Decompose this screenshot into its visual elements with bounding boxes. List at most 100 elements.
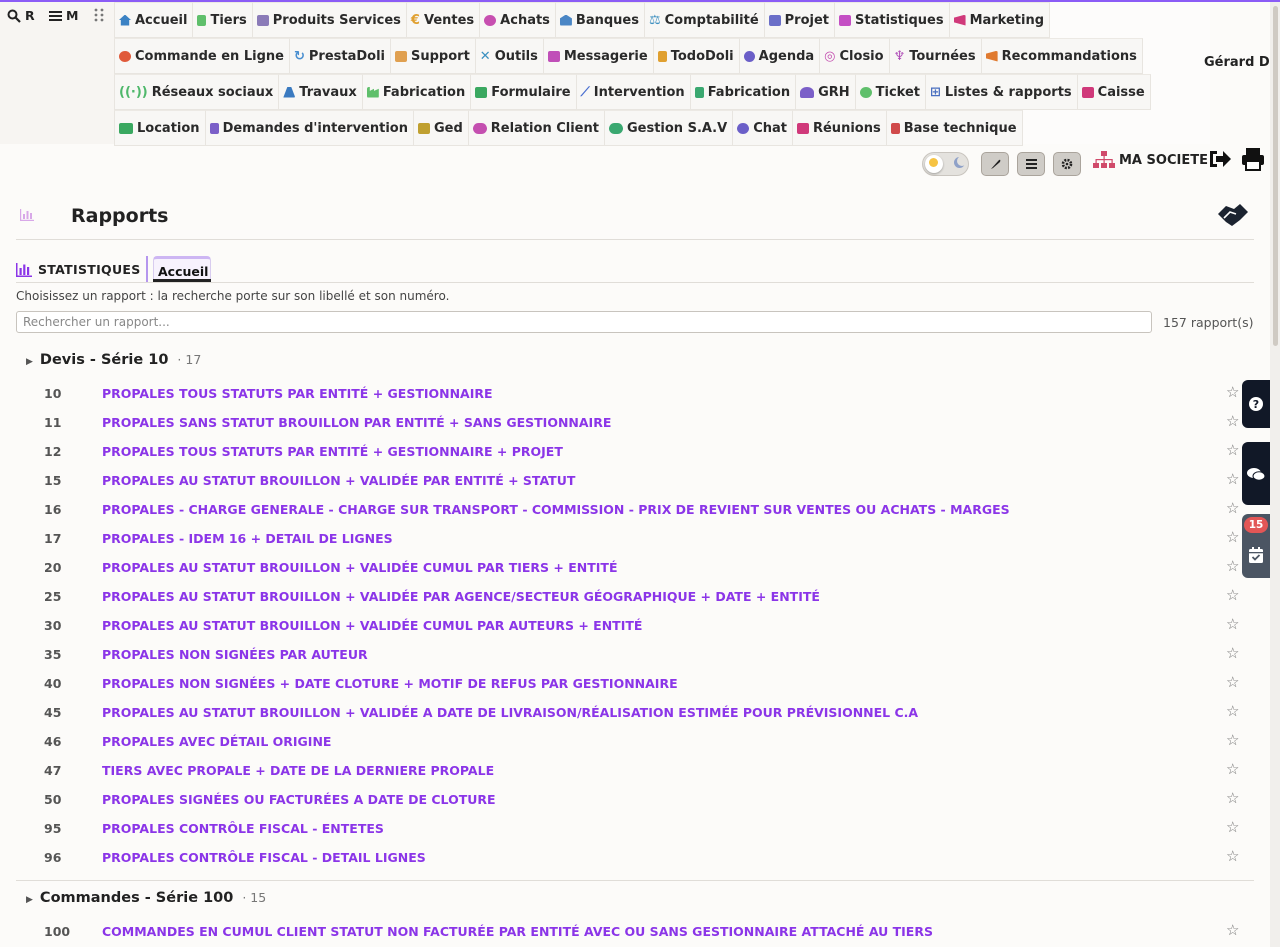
menu-item-accueil[interactable]: Accueil bbox=[114, 2, 194, 38]
menu-item-relation-client[interactable]: Relation Client bbox=[468, 110, 605, 146]
report-link[interactable]: PROPALES CONTRÔLE FISCAL - DETAIL LIGNES bbox=[102, 850, 426, 865]
report-link[interactable]: PROPALES AVEC DÉTAIL ORIGINE bbox=[102, 734, 331, 749]
menu-item-label: Banques bbox=[575, 12, 639, 28]
report-link[interactable]: PROPALES AU STATUT BROUILLON + VALIDÉE C… bbox=[102, 560, 617, 575]
menu-item-produits-services[interactable]: Produits Services bbox=[252, 2, 407, 38]
menu-item-ventes[interactable]: € Ventes bbox=[406, 2, 481, 38]
menu-item-recommandations[interactable]: Recommandations bbox=[981, 38, 1143, 74]
star-icon[interactable]: ☆ bbox=[1226, 847, 1239, 865]
chat-button[interactable] bbox=[1242, 442, 1270, 505]
menu-item-fabrication-2[interactable]: Fabrication bbox=[690, 74, 797, 110]
report-link[interactable]: PROPALES AU STATUT BROUILLON + VALIDÉE P… bbox=[102, 589, 820, 604]
report-link[interactable]: PROPALES NON SIGNÉES PAR AUTEUR bbox=[102, 647, 368, 662]
star-icon[interactable]: ☆ bbox=[1226, 789, 1239, 807]
menu-item-projet[interactable]: Projet bbox=[764, 2, 836, 38]
menu-item-travaux[interactable]: Travaux bbox=[279, 74, 363, 110]
menu-item-prestadoli[interactable]: ↻ PrestaDoli bbox=[289, 38, 391, 74]
report-link[interactable]: PROPALES - CHARGE GENERALE - CHARGE SUR … bbox=[102, 502, 1010, 517]
star-icon[interactable]: ☆ bbox=[1226, 528, 1239, 546]
coins-icon bbox=[484, 14, 497, 26]
title-divider bbox=[16, 239, 1254, 240]
company-selector[interactable]: MA SOCIETE bbox=[1093, 151, 1208, 169]
menu-item-messagerie[interactable]: Messagerie bbox=[543, 38, 654, 74]
report-search-input[interactable] bbox=[16, 311, 1152, 333]
star-icon[interactable]: ☆ bbox=[1226, 818, 1239, 836]
help-button[interactable]: ? bbox=[1242, 380, 1270, 428]
menu-item-location[interactable]: Location bbox=[114, 110, 206, 146]
menu-item-tiers[interactable]: Tiers bbox=[193, 2, 253, 38]
main-menu-button[interactable]: M bbox=[49, 8, 78, 23]
menu-item-agenda[interactable]: Agenda bbox=[739, 38, 821, 74]
star-icon[interactable]: ☆ bbox=[1226, 731, 1239, 749]
star-icon[interactable]: ☆ bbox=[1226, 760, 1239, 778]
report-link[interactable]: PROPALES SIGNÉES OU FACTURÉES A DATE DE … bbox=[102, 792, 496, 807]
print-icon[interactable] bbox=[1241, 147, 1265, 171]
menu-item-grh[interactable]: GRH bbox=[796, 74, 856, 110]
user-name[interactable]: Gérard D bbox=[1204, 55, 1270, 70]
report-link[interactable]: PROPALES AU STATUT BROUILLON + VALIDÉE P… bbox=[102, 473, 575, 488]
star-icon[interactable]: ☆ bbox=[1226, 644, 1239, 662]
report-link[interactable]: PROPALES TOUS STATUTS PAR ENTITÉ + GESTI… bbox=[102, 444, 563, 459]
chart-icon bbox=[839, 14, 852, 26]
star-icon[interactable]: ☆ bbox=[1226, 615, 1239, 633]
menu-item-reunions[interactable]: Réunions bbox=[792, 110, 887, 146]
menu-item-demandes-intervention[interactable]: Demandes d'intervention bbox=[205, 110, 414, 146]
star-icon[interactable]: ☆ bbox=[1226, 673, 1239, 691]
menu-item-statistiques[interactable]: Statistiques bbox=[835, 2, 950, 38]
menu-item-achats[interactable]: Achats bbox=[480, 2, 556, 38]
report-link[interactable]: PROPALES - IDEM 16 + DETAIL DE LIGNES bbox=[102, 531, 393, 546]
menu-item-base-technique[interactable]: Base technique bbox=[886, 110, 1023, 146]
star-icon[interactable]: ☆ bbox=[1226, 921, 1239, 939]
report-link[interactable]: COMMANDES EN CUMUL CLIENT STATUT NON FAC… bbox=[102, 924, 933, 939]
edit-button[interactable] bbox=[981, 152, 1009, 176]
report-link[interactable]: PROPALES CONTRÔLE FISCAL - ENTETES bbox=[102, 821, 384, 836]
menu-item-comptabilite[interactable]: ⚖ Comptabilité bbox=[644, 2, 765, 38]
menu-item-intervention[interactable]: ⟋ Intervention bbox=[576, 74, 691, 110]
menu-item-outils[interactable]: ✕ Outils bbox=[475, 38, 544, 74]
menu-item-gestion-sav[interactable]: Gestion S.A.V bbox=[604, 110, 734, 146]
settings-button[interactable] bbox=[1053, 152, 1081, 176]
menu-item-chat[interactable]: Chat bbox=[733, 110, 793, 146]
star-icon[interactable]: ☆ bbox=[1226, 557, 1239, 575]
star-icon[interactable]: ☆ bbox=[1226, 383, 1239, 401]
menu-item-ged[interactable]: Ged bbox=[413, 110, 469, 146]
star-icon[interactable]: ☆ bbox=[1226, 499, 1239, 517]
theme-toggle[interactable] bbox=[922, 152, 969, 176]
star-icon[interactable]: ☆ bbox=[1226, 441, 1239, 459]
menu-item-support[interactable]: Support bbox=[391, 38, 476, 74]
logout-icon[interactable] bbox=[1208, 148, 1232, 170]
apps-grid-button[interactable] bbox=[94, 8, 108, 22]
menu-item-commande-en-ligne[interactable]: Commande en Ligne bbox=[114, 38, 290, 74]
menu-item-reseaux-sociaux[interactable]: ((·)) Réseaux sociaux bbox=[114, 74, 280, 110]
menu-item-fabrication[interactable]: Fabrication bbox=[362, 74, 472, 110]
star-icon[interactable]: ☆ bbox=[1226, 412, 1239, 430]
report-number: 95 bbox=[44, 821, 62, 836]
menu-item-caisse[interactable]: Caisse bbox=[1077, 74, 1151, 110]
menu-item-formulaire[interactable]: Formulaire bbox=[471, 74, 577, 110]
quick-search-button[interactable]: R bbox=[7, 8, 35, 23]
menu-item-banques[interactable]: Banques bbox=[555, 2, 645, 38]
star-icon[interactable]: ☆ bbox=[1226, 470, 1239, 488]
menu-item-listes-rapports[interactable]: ⊞ Listes & rapports bbox=[926, 74, 1078, 110]
menu-item-tododoli[interactable]: TodoDoli bbox=[653, 38, 740, 74]
menu-item-tournees[interactable]: ♆ Tournées bbox=[889, 38, 982, 74]
menu-item-label: Listes & rapports bbox=[944, 84, 1072, 100]
report-link[interactable]: TIERS AVEC PROPALE + DATE DE LA DERNIERE… bbox=[102, 763, 494, 778]
report-link[interactable]: PROPALES AU STATUT BROUILLON + VALIDÉE A… bbox=[102, 705, 918, 720]
menu-item-marketing[interactable]: Marketing bbox=[949, 2, 1051, 38]
handshake-icon[interactable] bbox=[1216, 200, 1250, 230]
report-link[interactable]: PROPALES NON SIGNÉES + DATE CLOTURE + MO… bbox=[102, 676, 678, 691]
tab-statistiques[interactable]: STATISTIQUES bbox=[16, 262, 141, 277]
report-group-devis[interactable]: ▶ Devis - Série 10 · 17 bbox=[26, 352, 201, 368]
star-icon[interactable]: ☆ bbox=[1226, 586, 1239, 604]
scrollbar-thumb[interactable] bbox=[1273, 6, 1278, 346]
report-link[interactable]: PROPALES TOUS STATUTS PAR ENTITÉ + GESTI… bbox=[102, 386, 493, 401]
report-link[interactable]: PROPALES SANS STATUT BROUILLON PAR ENTIT… bbox=[102, 415, 611, 430]
star-icon[interactable]: ☆ bbox=[1226, 702, 1239, 720]
report-group-commandes[interactable]: ▶ Commandes - Série 100 · 15 bbox=[26, 890, 266, 906]
report-number: 100 bbox=[44, 924, 71, 939]
menu-item-ticket[interactable]: Ticket bbox=[855, 74, 927, 110]
menu-item-closio[interactable]: ◎ Closio bbox=[820, 38, 890, 74]
report-link[interactable]: PROPALES AU STATUT BROUILLON + VALIDÉE C… bbox=[102, 618, 642, 633]
list-view-button[interactable] bbox=[1017, 152, 1045, 176]
